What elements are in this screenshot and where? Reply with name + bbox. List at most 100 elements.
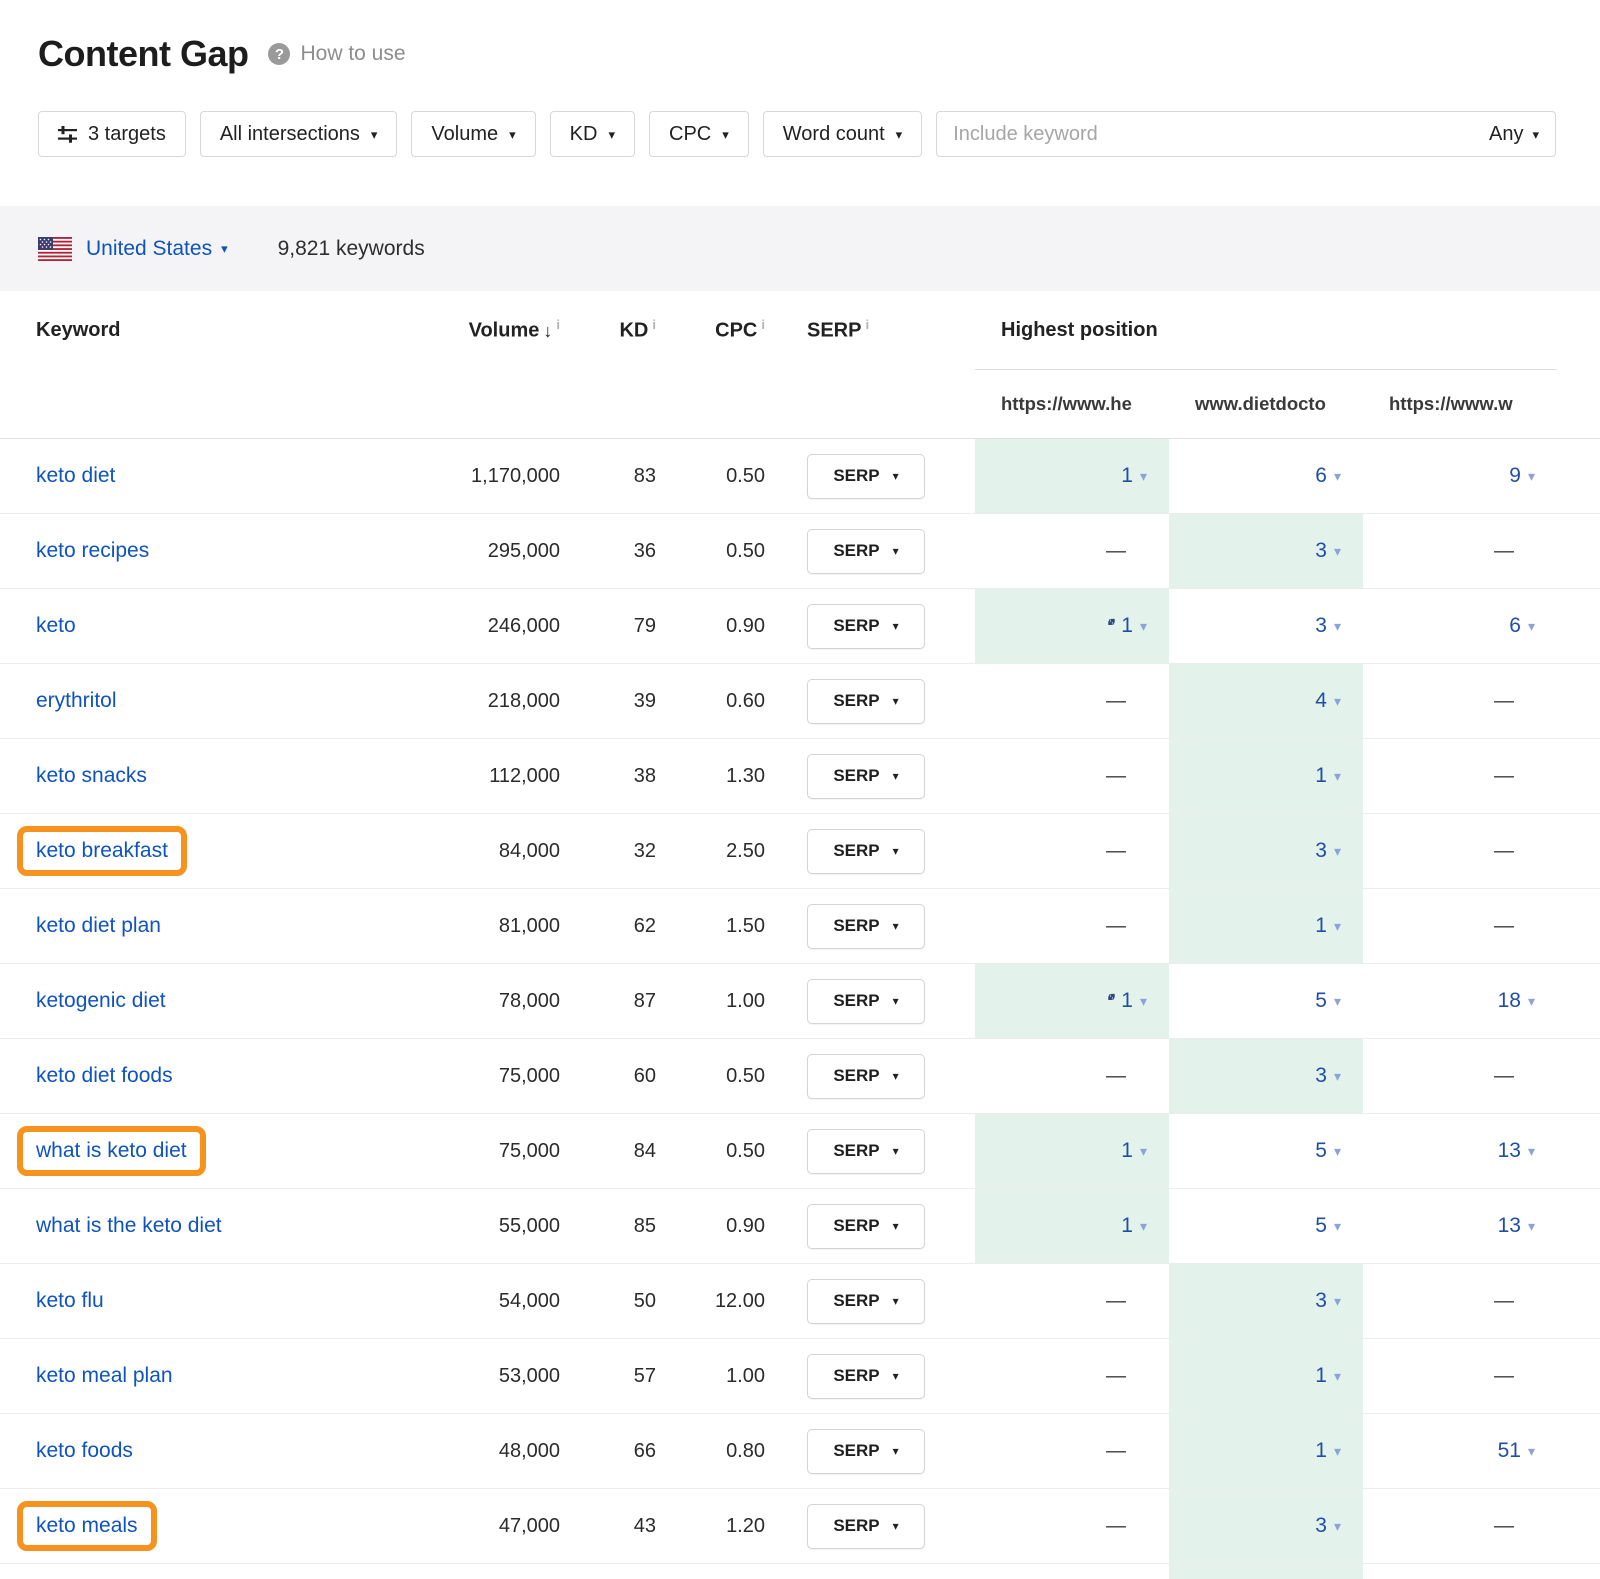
position-cell: 3▾ bbox=[1169, 1264, 1363, 1338]
serp-dropdown-button[interactable]: SERP ▾ bbox=[807, 604, 925, 649]
position-dropdown[interactable]: 51▾ bbox=[1498, 1439, 1535, 1463]
how-to-use-link[interactable]: ? How to use bbox=[268, 42, 405, 66]
chevron-down-icon: ▾ bbox=[893, 1295, 899, 1307]
any-mode-dropdown[interactable]: Any ▾ bbox=[1489, 123, 1539, 146]
serp-dropdown-button[interactable]: SERP ▾ bbox=[807, 1204, 925, 1249]
position-dropdown[interactable]: 6▾ bbox=[1509, 614, 1535, 638]
serp-dropdown-button[interactable]: SERP ▾ bbox=[807, 904, 925, 949]
position-dropdown[interactable]: 6▾ bbox=[1315, 464, 1341, 488]
position-dropdown[interactable]: 1▾ bbox=[1121, 1214, 1147, 1238]
keyword-link[interactable]: keto foods bbox=[36, 1439, 133, 1462]
keyword-highlight-box: keto diet plan bbox=[36, 914, 161, 938]
position-dropdown[interactable]: 3▾ bbox=[1315, 614, 1341, 638]
serp-dropdown-button[interactable]: SERP ▾ bbox=[807, 529, 925, 574]
keyword-link[interactable]: keto snacks bbox=[36, 764, 147, 787]
kd-cell: 83 bbox=[634, 465, 656, 488]
cpc-filter-dropdown[interactable]: CPC ▾ bbox=[649, 111, 749, 157]
table-row: erythritol 218,000 39 0.60 SERP ▾ — 4▾ — bbox=[0, 664, 1600, 739]
keyword-link[interactable]: keto diet foods bbox=[36, 1064, 173, 1087]
position-dropdown[interactable]: 1▾ bbox=[1315, 914, 1341, 938]
chevron-down-icon: ▾ bbox=[1528, 1443, 1535, 1460]
position-dropdown[interactable]: 3▾ bbox=[1315, 1064, 1341, 1088]
targets-button[interactable]: 3 targets bbox=[38, 111, 186, 157]
keyword-link[interactable]: keto flu bbox=[36, 1289, 104, 1312]
kd-cell: 66 bbox=[634, 1440, 656, 1463]
position-dropdown[interactable]: 5▾ bbox=[1315, 989, 1341, 1013]
cpc-cell: 0.50 bbox=[726, 1140, 765, 1163]
kd-cell: 32 bbox=[634, 840, 656, 863]
serp-dropdown-button[interactable]: SERP ▾ bbox=[807, 1054, 925, 1099]
cpc-cell: 0.90 bbox=[726, 615, 765, 638]
keyword-link[interactable]: erythritol bbox=[36, 689, 117, 712]
position-cell: — bbox=[1363, 889, 1557, 963]
position-dropdown[interactable]: 18▾ bbox=[1498, 989, 1535, 1013]
serp-dropdown-button[interactable]: SERP ▾ bbox=[807, 829, 925, 874]
position-dropdown[interactable]: 13▾ bbox=[1498, 1214, 1535, 1238]
position-dropdown[interactable]: ❛❜1▾ bbox=[1107, 989, 1147, 1013]
keyword-link[interactable]: what is the keto diet bbox=[36, 1214, 222, 1237]
position-cell: — bbox=[1363, 1339, 1557, 1413]
serp-button-label: SERP bbox=[833, 841, 879, 861]
serp-dropdown-button[interactable]: SERP ▾ bbox=[807, 1504, 925, 1549]
keyword-link[interactable]: ketogenic diet bbox=[36, 989, 166, 1012]
volume-cell: 81,000 bbox=[499, 915, 560, 938]
serp-dropdown-button[interactable]: SERP ▾ bbox=[807, 1279, 925, 1324]
serp-button-label: SERP bbox=[833, 1441, 879, 1461]
keyword-cell: keto meals bbox=[0, 1514, 416, 1538]
position-cell bbox=[1169, 1564, 1363, 1579]
position-dropdown[interactable]: 13▾ bbox=[1498, 1139, 1535, 1163]
include-keyword-input[interactable]: Include keyword Any ▾ bbox=[936, 111, 1556, 157]
position-dropdown[interactable]: 5▾ bbox=[1315, 1214, 1341, 1238]
kd-filter-label: KD bbox=[570, 123, 598, 146]
keyword-link[interactable]: keto bbox=[36, 614, 76, 637]
keyword-highlight-box: keto snacks bbox=[36, 764, 147, 788]
position-dropdown[interactable]: 1▾ bbox=[1315, 764, 1341, 788]
column-header-kd[interactable]: KDi bbox=[619, 317, 656, 343]
keyword-cell: keto foods bbox=[0, 1439, 416, 1463]
keyword-link[interactable]: keto meals bbox=[36, 1514, 138, 1537]
position-dropdown[interactable]: 3▾ bbox=[1315, 539, 1341, 563]
position-cell: 18▾ bbox=[1363, 964, 1557, 1038]
position-dropdown[interactable]: 3▾ bbox=[1315, 1514, 1341, 1538]
keyword-link[interactable]: keto recipes bbox=[36, 539, 149, 562]
position-cell: 1▾ bbox=[1169, 1339, 1363, 1413]
country-selector[interactable]: United States ▾ bbox=[86, 237, 228, 261]
keyword-link[interactable]: keto breakfast bbox=[36, 839, 168, 862]
serp-dropdown-button[interactable]: SERP ▾ bbox=[807, 1429, 925, 1474]
serp-dropdown-button[interactable]: SERP ▾ bbox=[807, 679, 925, 724]
position-dropdown[interactable]: 5▾ bbox=[1315, 1139, 1341, 1163]
keyword-link[interactable]: keto diet bbox=[36, 464, 115, 487]
keyword-highlight-box: what is the keto diet bbox=[36, 1214, 222, 1238]
serp-button-label: SERP bbox=[833, 691, 879, 711]
keyword-link[interactable]: keto diet plan bbox=[36, 914, 161, 937]
position-dropdown[interactable]: 1▾ bbox=[1121, 464, 1147, 488]
chevron-down-icon: ▾ bbox=[1140, 1218, 1147, 1235]
serp-dropdown-button[interactable]: SERP ▾ bbox=[807, 754, 925, 799]
chevron-down-icon: ▾ bbox=[893, 1520, 899, 1532]
column-header-volume[interactable]: Volume↓i bbox=[469, 317, 560, 343]
serp-dropdown-button[interactable]: SERP ▾ bbox=[807, 1354, 925, 1399]
position-dropdown[interactable]: ❛❜1▾ bbox=[1107, 614, 1147, 638]
serp-dropdown-button[interactable]: SERP ▾ bbox=[807, 1129, 925, 1174]
position-cell: — bbox=[1363, 1039, 1557, 1113]
kd-filter-dropdown[interactable]: KD ▾ bbox=[550, 111, 635, 157]
serp-dropdown-button[interactable]: SERP ▾ bbox=[807, 454, 925, 499]
position-dropdown[interactable]: 9▾ bbox=[1509, 464, 1535, 488]
position-dropdown[interactable]: 1▾ bbox=[1121, 1139, 1147, 1163]
position-dropdown[interactable]: 4▾ bbox=[1315, 689, 1341, 713]
serp-dropdown-button[interactable]: SERP ▾ bbox=[807, 979, 925, 1024]
word-count-dropdown[interactable]: Word count ▾ bbox=[763, 111, 922, 157]
keyword-link[interactable]: what is keto diet bbox=[36, 1139, 187, 1162]
serp-button-label: SERP bbox=[833, 1366, 879, 1386]
position-dropdown[interactable]: 1▾ bbox=[1315, 1364, 1341, 1388]
column-header-keyword[interactable]: Keyword bbox=[0, 319, 416, 342]
position-dropdown[interactable]: 3▾ bbox=[1315, 1289, 1341, 1313]
position-dropdown[interactable]: 3▾ bbox=[1315, 839, 1341, 863]
table-row: keto breakfast 84,000 32 2.50 SERP ▾ — 3… bbox=[0, 814, 1600, 889]
volume-filter-dropdown[interactable]: Volume ▾ bbox=[411, 111, 535, 157]
chevron-down-icon: ▾ bbox=[1334, 1218, 1341, 1235]
position-dropdown[interactable]: 1▾ bbox=[1315, 1439, 1341, 1463]
keyword-link[interactable]: keto meal plan bbox=[36, 1364, 173, 1387]
intersections-dropdown[interactable]: All intersections ▾ bbox=[200, 111, 398, 157]
column-header-cpc[interactable]: CPCi bbox=[715, 317, 765, 343]
